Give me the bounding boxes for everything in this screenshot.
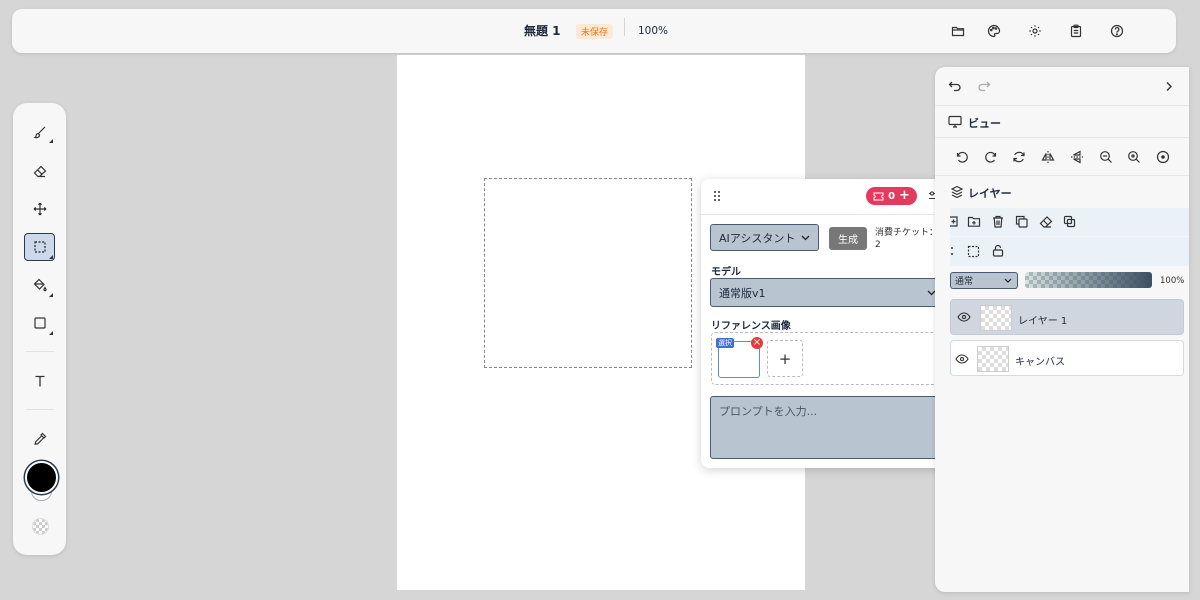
panel-divider [935, 175, 1189, 176]
layer-name: レイヤー 1 [1018, 316, 1068, 327]
alpha-lock-icon[interactable] [950, 245, 956, 257]
layer-row[interactable]: レイヤー 1 [950, 299, 1184, 335]
move-icon [33, 202, 46, 216]
reference-label: リファレンス画像 [711, 321, 791, 332]
eyedropper-icon [33, 432, 46, 445]
blend-mode-select[interactable]: 通常 [950, 272, 1018, 289]
primary-color-swatch[interactable] [25, 461, 58, 494]
text-tool[interactable] [24, 367, 55, 395]
rotate-left-icon[interactable] [955, 150, 969, 164]
fit-to-screen-icon[interactable] [1156, 150, 1170, 164]
eraser-icon [33, 165, 46, 178]
settings-icon[interactable] [1028, 24, 1042, 38]
layer-option-bar [950, 237, 1189, 266]
collapse-panel-icon[interactable] [1165, 81, 1173, 92]
ticket-icon [873, 192, 884, 200]
submenu-indicator [49, 255, 53, 259]
unlock-icon[interactable] [992, 244, 1004, 257]
flip-vertical-icon[interactable] [1070, 150, 1084, 164]
prompt-input[interactable] [710, 396, 945, 459]
delete-layer-icon[interactable] [992, 215, 1004, 228]
zoom-out-icon[interactable] [1099, 150, 1113, 164]
submenu-indicator [49, 139, 53, 143]
fill-bucket-icon [33, 278, 47, 292]
reference-select-tag: 選択 [716, 338, 734, 348]
view-section-title: ビュー [968, 117, 1001, 130]
tool-divider [26, 409, 54, 410]
chevron-down-icon [1004, 278, 1012, 283]
eraser-tool[interactable] [24, 157, 55, 185]
text-icon [35, 375, 44, 387]
layer-thumbnail [980, 305, 1012, 331]
move-tool[interactable] [24, 195, 55, 223]
chevron-down-icon [801, 235, 810, 241]
opacity-slider[interactable] [1025, 272, 1152, 288]
layer-name: キャンバス [1015, 357, 1065, 368]
new-layer-icon[interactable] [950, 215, 959, 228]
shape-icon [33, 317, 46, 329]
zoom-in-icon[interactable] [1127, 150, 1141, 164]
layer-row[interactable]: キャンバス [950, 340, 1184, 376]
layer-section-title: レイヤー [968, 187, 1012, 200]
clear-layer-icon[interactable] [1039, 215, 1053, 228]
remove-reference-icon[interactable]: × [751, 337, 763, 349]
assistant-select-label: AIアシスタント [719, 231, 796, 245]
monitor-icon [948, 115, 962, 128]
tool-divider [26, 351, 54, 352]
eyedropper-tool[interactable] [24, 425, 55, 453]
selection-mask-icon[interactable] [967, 245, 980, 258]
unsaved-badge: 未保存 [576, 24, 614, 39]
palette-icon[interactable] [987, 24, 1001, 38]
opacity-value: 100% [1160, 276, 1185, 286]
panel-divider [935, 105, 1189, 106]
redo-icon[interactable] [977, 80, 991, 92]
model-label: モデル [711, 267, 741, 278]
ticket-count: 0 [888, 190, 896, 202]
help-icon[interactable] [1110, 24, 1124, 38]
eye-icon [957, 312, 971, 322]
clipboard-icon[interactable] [1069, 24, 1083, 38]
folder-icon[interactable] [951, 24, 965, 38]
flip-horizontal-icon[interactable] [1041, 150, 1055, 164]
rotate-right-icon[interactable] [984, 150, 998, 164]
ticket-badge[interactable]: 0 + [866, 187, 917, 205]
selection-marquee[interactable] [484, 178, 692, 368]
eye-icon [955, 354, 969, 364]
duplicate-layer-icon[interactable] [1015, 215, 1028, 228]
submenu-indicator [49, 293, 53, 297]
brush-icon [32, 126, 45, 139]
submenu-indicator [49, 331, 53, 335]
model-select-value: 通常版v1 [719, 286, 766, 300]
reset-rotation-icon[interactable] [1012, 150, 1026, 164]
transparent-color-swatch[interactable] [32, 518, 49, 535]
document-title[interactable]: 無題 1 [524, 22, 561, 39]
merge-layer-icon[interactable] [1063, 215, 1076, 228]
layers-icon [951, 185, 963, 198]
panel-divider [935, 137, 1189, 138]
blend-mode-value: 通常 [955, 277, 974, 287]
top-bar-divider [624, 18, 625, 36]
add-reference-button[interactable]: + [767, 340, 803, 377]
generate-button[interactable]: 生成 [829, 227, 867, 250]
select-rect-icon [33, 241, 46, 253]
model-select[interactable]: 通常版v1 [710, 278, 945, 307]
zoom-level[interactable]: 100% [638, 25, 668, 37]
layer-thumbnail [977, 346, 1009, 372]
new-folder-icon[interactable] [967, 215, 981, 228]
panel-divider [701, 214, 954, 215]
assistant-select[interactable]: AIアシスタント [710, 224, 819, 251]
undo-icon[interactable] [948, 80, 962, 92]
drag-handle-icon[interactable] [713, 190, 721, 202]
add-ticket-icon[interactable]: + [899, 189, 910, 202]
